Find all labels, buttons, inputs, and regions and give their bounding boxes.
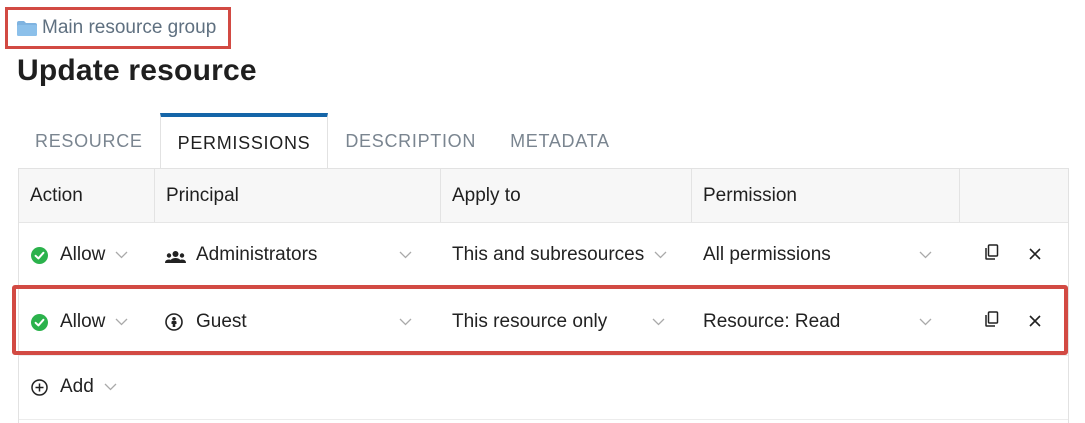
tab-permissions[interactable]: PERMISSIONS (159, 113, 329, 169)
permission-select[interactable]: Resource: Read (703, 289, 935, 355)
copy-icon (985, 244, 999, 266)
chevron-down-icon (919, 318, 932, 326)
permission-value: Resource: Read (703, 311, 841, 332)
tab-description[interactable]: DESCRIPTION (328, 113, 493, 169)
close-icon (1029, 311, 1041, 333)
page-title: Update resource (17, 54, 257, 87)
tab-resource[interactable]: RESOURCE (18, 113, 160, 169)
remove-button[interactable] (1029, 289, 1041, 355)
chevron-down-icon (919, 251, 932, 259)
chevron-down-icon (115, 251, 128, 259)
header-principal: Principal (155, 169, 441, 222)
chevron-down-icon (104, 383, 117, 391)
add-permission-button[interactable]: Add (31, 355, 117, 419)
permissions-table: Action Principal Apply to Permission All… (18, 168, 1069, 423)
header-apply-to: Apply to (441, 169, 692, 222)
apply-to-value: This resource only (452, 311, 608, 332)
folder-icon (17, 20, 37, 36)
guest-user-icon (165, 313, 183, 331)
apply-to-select[interactable]: This and subresources (452, 222, 677, 288)
remove-button[interactable] (1029, 222, 1041, 288)
add-label: Add (60, 376, 94, 397)
add-row: Add (19, 355, 1068, 420)
table-row: Allow Guest This resource only Resource:… (19, 289, 1068, 356)
principal-value: Guest (196, 311, 247, 332)
permission-select[interactable]: All permissions (703, 222, 935, 288)
chevron-down-icon (399, 251, 412, 259)
principal-select[interactable]: Administrators (165, 222, 415, 288)
chevron-down-icon (652, 318, 665, 326)
duplicate-button[interactable] (985, 289, 999, 355)
action-value: Allow (60, 311, 106, 332)
table-row: Allow Administrators This and subresourc… (19, 222, 1068, 289)
chevron-down-icon (399, 318, 412, 326)
apply-to-select[interactable]: This resource only (452, 289, 677, 355)
chevron-down-icon (654, 251, 667, 259)
copy-icon (985, 311, 999, 333)
header-permission: Permission (692, 169, 960, 222)
tab-bar: RESOURCE PERMISSIONS DESCRIPTION METADAT… (18, 113, 627, 169)
permission-value: All permissions (703, 244, 831, 265)
check-circle-icon (31, 313, 48, 331)
header-action: Action (19, 169, 155, 222)
action-select[interactable]: Allow (31, 222, 128, 288)
action-value: Allow (60, 244, 106, 265)
breadcrumb[interactable]: Main resource group (5, 7, 231, 49)
principal-select[interactable]: Guest (165, 289, 415, 355)
chevron-down-icon (115, 318, 128, 326)
table-header: Action Principal Apply to Permission (19, 169, 1068, 223)
breadcrumb-link[interactable]: Main resource group (42, 17, 216, 39)
apply-to-value: This and subresources (452, 244, 645, 265)
tab-metadata[interactable]: METADATA (493, 113, 627, 169)
principal-value: Administrators (196, 244, 318, 265)
group-icon (165, 248, 186, 263)
close-icon (1029, 244, 1041, 266)
action-select[interactable]: Allow (31, 289, 128, 355)
duplicate-button[interactable] (985, 222, 999, 288)
check-circle-icon (31, 246, 48, 264)
plus-circle-icon (31, 378, 48, 396)
